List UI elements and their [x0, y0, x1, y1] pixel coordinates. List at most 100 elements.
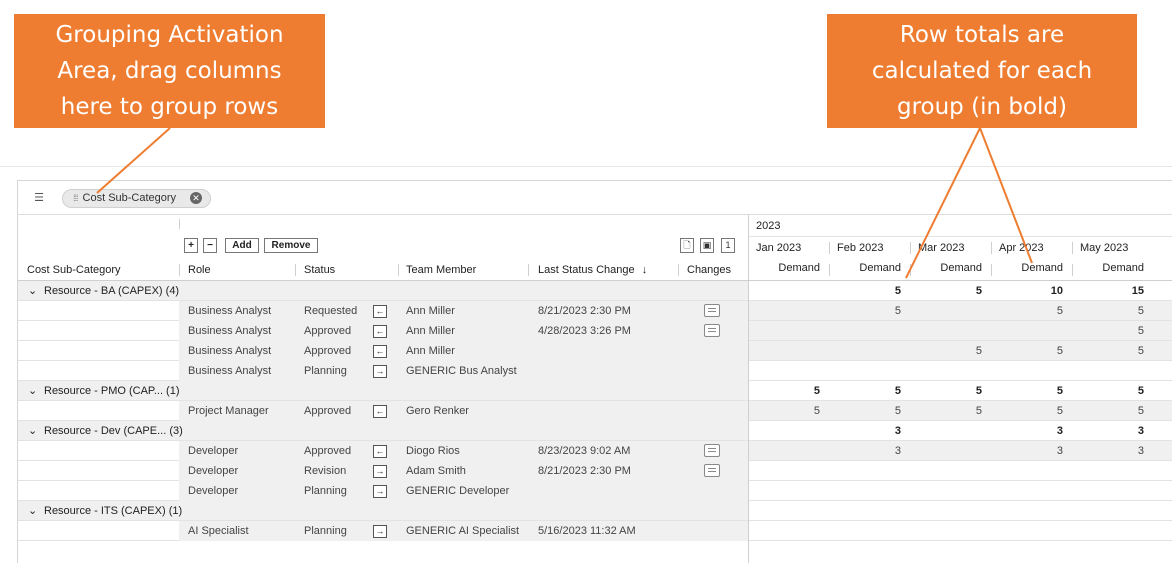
expand-chevron-icon[interactable]: ⌄	[28, 501, 38, 521]
demand-header[interactable]: Demand	[1073, 258, 1144, 278]
col-separator	[179, 264, 180, 276]
comment-icon[interactable]	[704, 464, 720, 477]
col-header-last-status-change[interactable]: Last Status Change ↓	[538, 260, 647, 280]
demand-value	[830, 521, 901, 541]
demand-value	[1073, 461, 1144, 481]
group-list-icon[interactable]: ☰	[32, 191, 46, 205]
col-header-team-member[interactable]: Team Member	[406, 260, 476, 280]
group-total-value	[749, 421, 820, 441]
last-status-change-cell	[538, 361, 673, 381]
col-header-role[interactable]: Role	[188, 260, 211, 280]
table-row[interactable]: Business Analyst Approved ← Ann Miller 4/28/…	[18, 321, 748, 341]
group-chip-cost-sub-category[interactable]: ⁞⁞⁞ Cost Sub-Category ✕	[62, 189, 211, 208]
expand-chevron-icon[interactable]: ⌄	[28, 421, 38, 441]
comment-icon[interactable]	[704, 324, 720, 337]
group-total-value: 5	[1056, 385, 1063, 397]
comment-icon[interactable]	[704, 304, 720, 317]
document-icon[interactable]: 🗋	[680, 238, 694, 253]
table-row[interactable]: Business Analyst Planning → GENERIC Bus Ana…	[18, 361, 748, 381]
demand-value	[749, 361, 820, 381]
role-cell: AI Specialist	[188, 525, 249, 537]
demand-value	[911, 321, 982, 341]
table-row[interactable]: AI Specialist Planning → GENERIC AI Special…	[18, 521, 748, 541]
expand-chevron-icon[interactable]: ⌄	[28, 381, 38, 401]
demand-header[interactable]: Demand	[830, 258, 901, 278]
timeline-row: 5	[749, 321, 1172, 341]
table-row[interactable]: Project Manager Approved ← Gero Renker	[18, 401, 748, 421]
demand-value	[911, 481, 982, 501]
col-header-status[interactable]: Status	[304, 260, 335, 280]
col-header-cost-sub-category[interactable]: Cost Sub-Category	[27, 260, 121, 280]
remove-group-icon[interactable]: ✕	[190, 192, 202, 204]
month-separator	[829, 242, 830, 254]
group-row[interactable]: ⌄ Resource - ITS (CAPEX) (1)	[18, 501, 748, 521]
role-cell: Developer	[188, 485, 239, 497]
demand-value	[992, 461, 1063, 481]
team-member-cell: Gero Renker	[406, 405, 469, 417]
demand-header[interactable]: Demand	[992, 258, 1063, 278]
month-header[interactable]: Apr 2023	[999, 238, 1074, 258]
expand-chevron-icon[interactable]: ⌄	[28, 281, 38, 301]
role-cell: Business Analyst	[188, 365, 272, 377]
month-header[interactable]: Mar 2023	[918, 238, 993, 258]
month-header[interactable]: Jan 2023	[756, 238, 831, 258]
demand-value	[1073, 361, 1144, 381]
timeline-row: 5 5 5 5 5	[749, 401, 1172, 421]
group-row[interactable]: ⌄ Resource - BA (CAPEX) (4)	[18, 281, 748, 301]
arrow-left-icon[interactable]: ←	[373, 445, 387, 458]
last-status-change-cell: 4/28/2023 3:26 PM	[538, 325, 631, 337]
group-label: Resource - PMO (CAP... (1)	[44, 385, 180, 397]
status-cell: Planning	[304, 485, 347, 497]
image-icon[interactable]: ▣	[700, 238, 714, 253]
collapse-all-button[interactable]: −	[203, 238, 217, 253]
month-separator	[1072, 242, 1073, 254]
table-row[interactable]: Developer Planning → GENERIC Developer	[18, 481, 748, 501]
role-cell: Business Analyst	[188, 325, 272, 337]
arrow-left-icon[interactable]: ←	[373, 345, 387, 358]
expand-all-button[interactable]: +	[184, 238, 198, 253]
arrow-right-icon[interactable]: →	[373, 465, 387, 478]
group-total-value: 10	[1050, 285, 1063, 297]
arrow-right-icon[interactable]: →	[373, 365, 387, 378]
demand-value	[830, 481, 901, 501]
team-member-cell: Ann Miller	[406, 325, 455, 337]
drag-grip-icon[interactable]: ⁞⁞⁞	[73, 193, 78, 203]
group-total-value	[911, 421, 982, 441]
month-header[interactable]: May 2023	[1080, 238, 1155, 258]
table-row[interactable]: Developer Approved ← Diogo Rios 8/23/2023 9:…	[18, 441, 748, 461]
group-total-row	[749, 501, 1172, 521]
last-status-change-label: Last Status Change	[538, 264, 635, 276]
remove-button[interactable]: Remove	[264, 238, 318, 253]
page-number-button[interactable]: 1	[721, 238, 735, 253]
table-row[interactable]: Developer Revision → Adam Smith 8/21/2023 2:…	[18, 461, 748, 481]
table-row[interactable]: Business Analyst Approved ← Ann Miller	[18, 341, 748, 361]
last-status-change-cell: 8/21/2023 2:30 PM	[538, 465, 631, 477]
col-separator	[528, 264, 529, 276]
arrow-right-icon[interactable]: →	[373, 525, 387, 538]
demand-value: 5	[1137, 345, 1144, 357]
demand-header[interactable]: Demand	[911, 258, 982, 278]
arrow-right-icon[interactable]: →	[373, 485, 387, 498]
group-row[interactable]: ⌄ Resource - PMO (CAP... (1)	[18, 381, 748, 401]
comment-icon[interactable]	[704, 444, 720, 457]
demand-header[interactable]: Demand	[749, 258, 820, 278]
col-header-changes[interactable]: Changes	[687, 260, 731, 280]
add-button[interactable]: Add	[225, 238, 259, 253]
demand-value	[911, 301, 982, 321]
demand-value	[830, 321, 901, 341]
arrow-left-icon[interactable]: ←	[373, 305, 387, 318]
arrow-left-icon[interactable]: ←	[373, 325, 387, 338]
group-row[interactable]: ⌄ Resource - Dev (CAPE... (3)	[18, 421, 748, 441]
table-row[interactable]: Business Analyst Requested ← Ann Miller 8/21…	[18, 301, 748, 321]
grouping-area[interactable]: ☰ ⁞⁞⁞ Cost Sub-Category ✕	[18, 181, 1172, 215]
demand-value: 3	[1056, 445, 1063, 457]
group-total-value: 3	[1137, 425, 1144, 437]
sort-desc-icon[interactable]: ↓	[642, 264, 648, 276]
demand-value	[911, 361, 982, 381]
month-header[interactable]: Feb 2023	[837, 238, 912, 258]
demand-value: 5	[1056, 405, 1063, 417]
demand-value	[992, 361, 1063, 381]
arrow-left-icon[interactable]: ←	[373, 405, 387, 418]
demand-value: 5	[894, 405, 901, 417]
demand-value	[911, 521, 982, 541]
